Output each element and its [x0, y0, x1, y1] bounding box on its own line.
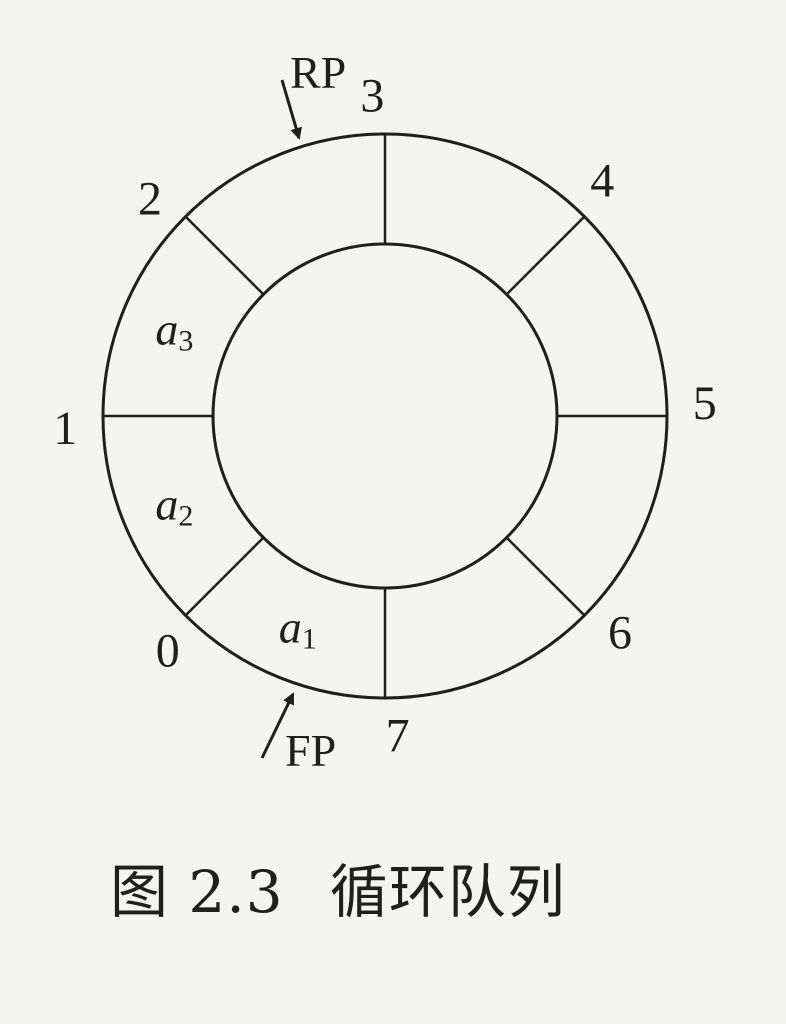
circular-queue-diagram: 0 1 2 3 4 5 6 7 a1 a2 a3 RP FP — [53, 47, 717, 776]
slot-index-label: 2 — [138, 172, 162, 225]
rear-pointer: RP — [280, 47, 346, 140]
slot-divider — [184, 215, 265, 296]
slot-index-label: 6 — [608, 607, 632, 660]
figure-page: 0 1 2 3 4 5 6 7 a1 a2 a3 RP FP 图 2.3 循环队列 — [0, 0, 786, 1024]
queue-element: a3 — [155, 303, 193, 357]
inner-ring — [211, 242, 559, 590]
rear-pointer-label: RP — [290, 47, 346, 98]
figure-number: 图 2.3 — [110, 858, 284, 926]
slot-divider — [184, 536, 265, 617]
queue-element: a2 — [155, 478, 193, 532]
front-pointer-label: FP — [285, 725, 336, 776]
slot-divider — [505, 215, 586, 296]
slot-index-label: 3 — [360, 70, 384, 123]
queue-element-labels: a1 a2 a3 — [155, 303, 316, 655]
slot-dividers — [103, 134, 667, 698]
figure-title: 循环队列 — [329, 858, 566, 926]
slot-index-label: 7 — [386, 709, 410, 762]
front-pointer: FP — [260, 692, 336, 776]
slot-index-label: 0 — [156, 625, 180, 678]
slot-index-label: 5 — [693, 377, 717, 430]
slot-index-label: 4 — [590, 155, 614, 208]
slot-divider — [505, 536, 586, 617]
queue-element: a1 — [279, 601, 317, 655]
slot-index-label: 1 — [53, 402, 77, 455]
figure-caption: 图 2.3 循环队列 — [110, 845, 566, 929]
